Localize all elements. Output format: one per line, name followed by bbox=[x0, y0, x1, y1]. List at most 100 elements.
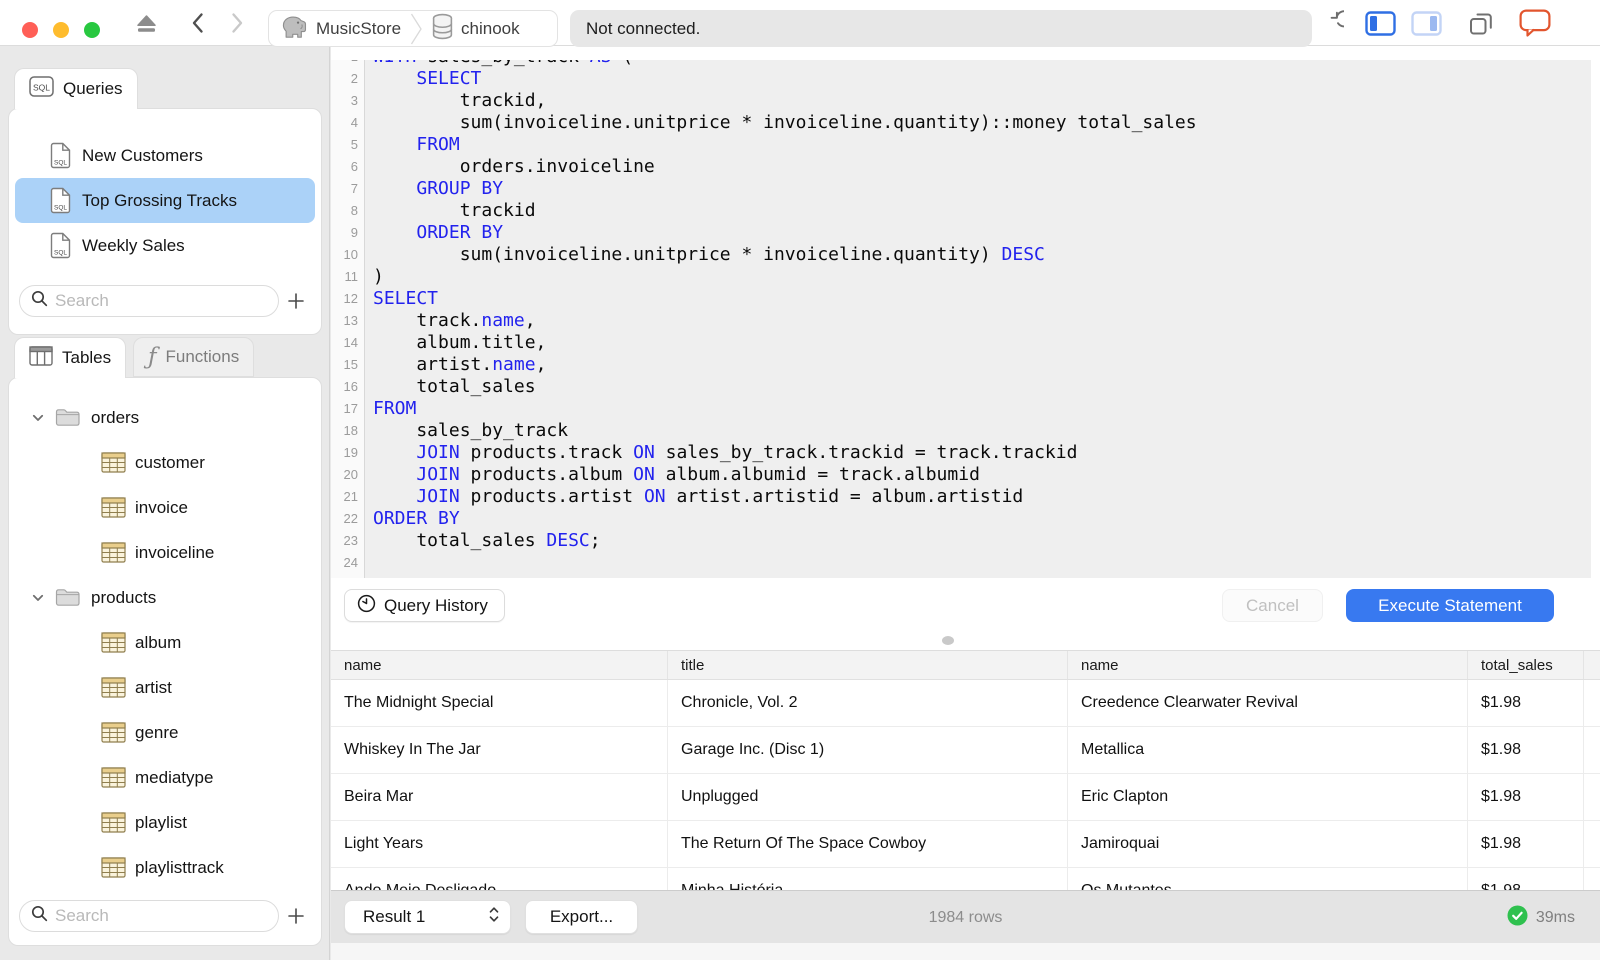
tab-tables[interactable]: Tables bbox=[14, 337, 127, 378]
close-window-button[interactable] bbox=[22, 22, 38, 38]
cancel-button[interactable]: Cancel bbox=[1222, 589, 1323, 622]
query-history-button[interactable]: Query History bbox=[344, 589, 505, 622]
table-cell[interactable]: Garage Inc. (Disc 1) bbox=[667, 727, 1067, 774]
table-cell[interactable] bbox=[1583, 868, 1600, 890]
column-header[interactable] bbox=[1583, 651, 1600, 679]
tree-row-table[interactable]: invoice bbox=[9, 485, 321, 530]
table-cell[interactable]: Metallica bbox=[1067, 727, 1467, 774]
function-icon: ƒ bbox=[148, 343, 157, 370]
pane-splitter-handle[interactable] bbox=[942, 636, 954, 645]
sql-editor[interactable]: 1WITH sales_by_track AS (2 SELECT3 track… bbox=[331, 60, 1591, 578]
tree-row-table[interactable]: album bbox=[9, 620, 321, 665]
table-cell[interactable] bbox=[1583, 821, 1600, 868]
window-tabs-icon[interactable] bbox=[1466, 0, 1496, 46]
back-button[interactable] bbox=[186, 0, 208, 46]
table-cell[interactable]: $1.98 bbox=[1467, 821, 1583, 868]
table-cell[interactable]: $1.98 bbox=[1467, 868, 1583, 890]
table-cell[interactable] bbox=[1583, 727, 1600, 774]
query-history-label: Query History bbox=[384, 595, 488, 615]
forward-button[interactable] bbox=[226, 0, 248, 46]
code-line: 19 JOIN products.track ON sales_by_track… bbox=[343, 442, 1078, 463]
queries-panel: SQL New Customers SQL Top Grossing Tracks SQ… bbox=[8, 108, 322, 335]
table-cell[interactable]: Creedence Clearwater Revival bbox=[1067, 680, 1467, 727]
tree-row-table[interactable]: customer bbox=[9, 440, 321, 485]
breadcrumb: MusicStore chinook bbox=[268, 10, 558, 47]
query-search-input[interactable] bbox=[55, 291, 278, 311]
tree-row-folder[interactable]: orders bbox=[9, 395, 321, 440]
minimize-window-button[interactable] bbox=[53, 22, 69, 38]
table-cell[interactable]: Chronicle, Vol. 2 bbox=[667, 680, 1067, 727]
code-line: 12 SELECT bbox=[343, 288, 439, 309]
svg-text:SQL: SQL bbox=[54, 250, 67, 257]
tree-row-table[interactable]: playlisttrack bbox=[9, 845, 321, 890]
table-cell[interactable]: Eric Clapton bbox=[1067, 774, 1467, 821]
column-header[interactable]: name bbox=[1067, 651, 1467, 679]
table-cell[interactable]: The Midnight Special bbox=[331, 680, 667, 727]
table-cell[interactable]: Jamiroquai bbox=[1067, 821, 1467, 868]
tree-row-table[interactable]: mediatype bbox=[9, 755, 321, 800]
toggle-left-sidebar-icon[interactable] bbox=[1364, 0, 1396, 46]
database-icon bbox=[431, 12, 454, 46]
table-search-input[interactable] bbox=[55, 906, 278, 926]
table-search-box[interactable] bbox=[19, 900, 279, 932]
table-row[interactable]: The Midnight Special Chronicle, Vol. 2 Cre… bbox=[331, 680, 1600, 727]
table-cell[interactable]: Minha História bbox=[667, 868, 1067, 890]
table-cell[interactable]: Light Years bbox=[331, 821, 667, 868]
add-table-button[interactable] bbox=[279, 900, 313, 932]
table-label: playlist bbox=[135, 812, 187, 832]
tree-row-table[interactable]: invoiceline bbox=[9, 530, 321, 575]
sql-file-icon: SQL bbox=[50, 232, 71, 259]
table-row[interactable]: Light Years The Return Of The Space Cowbo… bbox=[331, 821, 1600, 868]
chevron-down-icon[interactable] bbox=[31, 411, 45, 425]
code-line: 9 ORDER BY bbox=[350, 222, 504, 243]
tab-tables-label: Tables bbox=[62, 348, 112, 367]
table-row[interactable]: Whiskey In The Jar Garage Inc. (Disc 1) Me… bbox=[331, 727, 1600, 774]
column-header[interactable]: total_sales bbox=[1467, 651, 1583, 679]
tree-row-table[interactable]: artist bbox=[9, 665, 321, 710]
table-cell[interactable]: Whiskey In The Jar bbox=[331, 727, 667, 774]
zoom-window-button[interactable] bbox=[84, 22, 100, 38]
query-search-box[interactable] bbox=[19, 285, 279, 317]
add-query-button[interactable] bbox=[279, 285, 313, 317]
table-cell[interactable] bbox=[1583, 774, 1600, 821]
eject-icon[interactable] bbox=[131, 0, 161, 46]
column-header[interactable]: name bbox=[331, 651, 667, 679]
results-body: The Midnight Special Chronicle, Vol. 2 Cre… bbox=[331, 680, 1600, 890]
table-columns-icon bbox=[29, 345, 53, 371]
query-item[interactable]: SQL Weekly Sales bbox=[15, 223, 315, 268]
query-search-row bbox=[19, 285, 313, 317]
sql-badge-icon: SQL bbox=[29, 76, 54, 102]
table-cell[interactable]: Ando Meio Desligado bbox=[331, 868, 667, 890]
tab-functions[interactable]: ƒ Functions bbox=[133, 337, 255, 377]
chevron-down-icon[interactable] bbox=[31, 591, 45, 605]
table-cell[interactable]: $1.98 bbox=[1467, 680, 1583, 727]
table-cell[interactable]: Beira Mar bbox=[331, 774, 667, 821]
query-item-label: Top Grossing Tracks bbox=[82, 190, 237, 210]
execute-statement-button[interactable]: Execute Statement bbox=[1346, 589, 1554, 622]
table-cell[interactable]: $1.98 bbox=[1467, 727, 1583, 774]
table-cell[interactable] bbox=[1583, 680, 1600, 727]
breadcrumb-server[interactable]: MusicStore bbox=[279, 13, 401, 45]
chat-feedback-icon[interactable] bbox=[1518, 0, 1552, 46]
query-item[interactable]: SQL Top Grossing Tracks bbox=[15, 178, 315, 223]
table-cell[interactable]: Os Mutantes bbox=[1067, 868, 1467, 890]
clock-icon bbox=[357, 594, 376, 618]
table-cell[interactable]: Unplugged bbox=[667, 774, 1067, 821]
tree-row-folder[interactable]: products bbox=[9, 575, 321, 620]
table-label: album bbox=[135, 632, 182, 652]
tree-row-table[interactable]: genre bbox=[9, 710, 321, 755]
query-item[interactable]: SQL New Customers bbox=[15, 133, 315, 178]
column-header[interactable]: title bbox=[667, 651, 1067, 679]
tree-row-table[interactable]: playlist bbox=[9, 800, 321, 845]
toggle-right-sidebar-icon[interactable] bbox=[1410, 0, 1442, 46]
table-row[interactable]: Beira Mar Unplugged Eric Clapton $1.98 bbox=[331, 774, 1600, 821]
title-bar: MusicStore chinook Not connected. bbox=[0, 0, 1600, 47]
table-cell[interactable]: $1.98 bbox=[1467, 774, 1583, 821]
breadcrumb-database[interactable]: chinook bbox=[431, 12, 520, 46]
tab-queries[interactable]: SQL Queries bbox=[14, 68, 138, 109]
breadcrumb-separator-icon bbox=[409, 11, 423, 47]
table-cell[interactable]: The Return Of The Space Cowboy bbox=[667, 821, 1067, 868]
refresh-icon[interactable] bbox=[1316, 0, 1344, 46]
table-row[interactable]: Ando Meio DesligadoMinha HistóriaOs Muta… bbox=[331, 868, 1600, 890]
folder-icon bbox=[55, 407, 81, 428]
